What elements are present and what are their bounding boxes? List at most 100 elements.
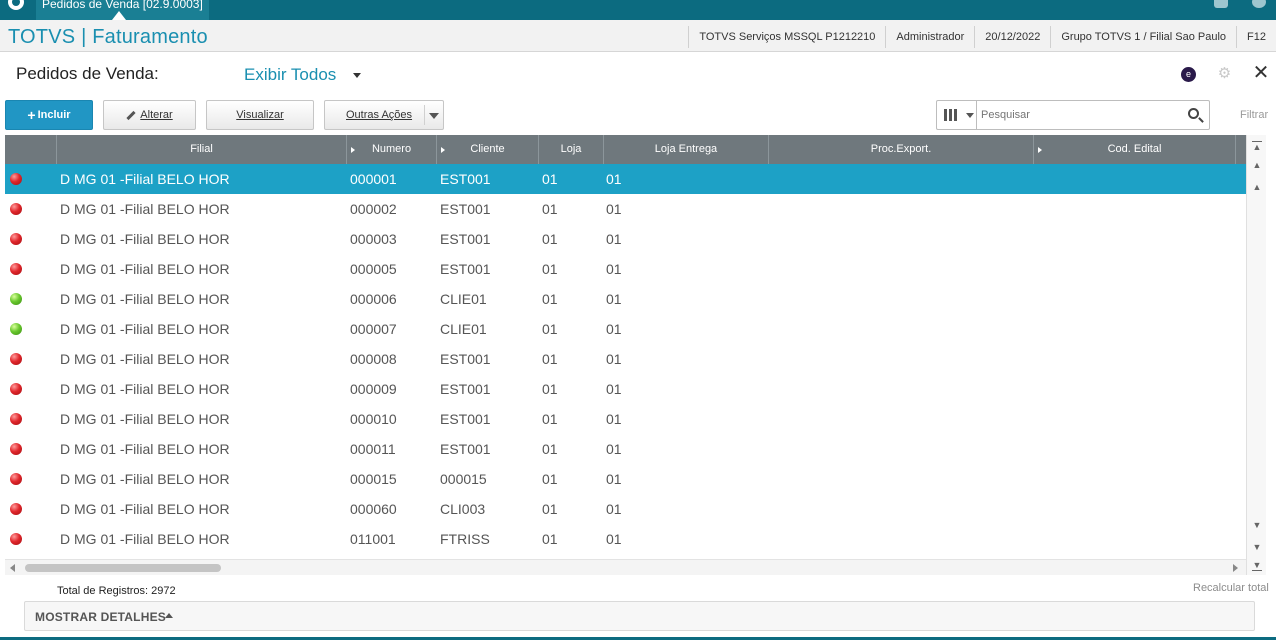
cell-cliente: CLIE01 bbox=[440, 291, 487, 307]
table-row[interactable]: D MG 01 -Filial BELO HOR 000011 EST001 01 01 bbox=[5, 434, 1246, 464]
outras-acoes-button[interactable]: Outras Ações bbox=[324, 100, 444, 130]
cell-loja: 01 bbox=[542, 501, 558, 517]
table-row[interactable]: D MG 01 -Filial BELO HOR 000009 EST001 01 01 bbox=[5, 374, 1246, 404]
table-row[interactable]: D MG 01 -Filial BELO HOR 011001 FTRISS 01 01 bbox=[5, 524, 1246, 554]
messages-icon[interactable] bbox=[1214, 0, 1228, 8]
cell-loja-entrega: 01 bbox=[606, 261, 622, 277]
incluir-button[interactable]: + Incluir bbox=[5, 100, 93, 130]
cell-numero: 000001 bbox=[350, 171, 397, 187]
cell-numero: 000002 bbox=[350, 201, 397, 217]
app-logo-icon[interactable] bbox=[8, 0, 24, 10]
cell-loja-entrega: 01 bbox=[606, 231, 622, 247]
cell-loja: 01 bbox=[542, 471, 558, 487]
status-red-icon bbox=[10, 263, 22, 275]
cell-filial: D MG 01 -Filial BELO HOR bbox=[60, 381, 230, 397]
cell-loja: 01 bbox=[542, 441, 558, 457]
environment-label[interactable]: TOTVS Serviços MSSQL P1212210 bbox=[688, 26, 885, 48]
status-red-icon bbox=[10, 233, 22, 245]
gear-icon[interactable]: ⚙ bbox=[1217, 66, 1232, 81]
top-tab-bar: Pedidos de Venda [02.9.0003] bbox=[0, 0, 1276, 20]
user-label[interactable]: Administrador bbox=[885, 26, 974, 48]
cell-numero: 000011 bbox=[350, 441, 396, 457]
info-icon[interactable] bbox=[1252, 0, 1266, 8]
cell-numero: 000007 bbox=[350, 321, 397, 337]
cell-numero: 000003 bbox=[350, 231, 397, 247]
filter-link[interactable]: Filtrar bbox=[1240, 109, 1268, 121]
cell-numero: 000060 bbox=[350, 501, 397, 517]
cell-cliente: CLIE01 bbox=[440, 321, 487, 337]
alterar-label: Alterar bbox=[140, 109, 173, 121]
table-row[interactable]: D MG 01 -Filial BELO HOR 000001 EST001 01 01 bbox=[5, 164, 1246, 194]
divider bbox=[424, 105, 425, 125]
close-icon[interactable]: ✕ bbox=[1252, 63, 1270, 83]
table-row[interactable]: D MG 01 -Filial BELO HOR 000006 CLIE01 01 01 bbox=[5, 284, 1246, 314]
vertical-scrollbar[interactable]: ▲ ▲ ▲ ▼ ▼ ▼ bbox=[1246, 135, 1266, 575]
branch-label[interactable]: Grupo TOTVS 1 / Filial Sao Paulo bbox=[1050, 26, 1236, 48]
sort-arrow-icon bbox=[351, 147, 355, 153]
columns-selector-button[interactable] bbox=[937, 101, 977, 129]
status-red-icon bbox=[10, 533, 22, 545]
table-row[interactable]: D MG 01 -Filial BELO HOR 000005 EST001 01 01 bbox=[5, 254, 1246, 284]
scroll-to-top-icon[interactable]: ▲ bbox=[1250, 139, 1264, 155]
date-label[interactable]: 20/12/2022 bbox=[974, 26, 1050, 48]
page-down-icon[interactable]: ▼ bbox=[1250, 539, 1264, 555]
cell-loja-entrega: 01 bbox=[606, 471, 622, 487]
table-row[interactable]: D MG 01 -Filial BELO HOR 000010 EST001 01 01 bbox=[5, 404, 1246, 434]
table-row[interactable]: D MG 01 -Filial BELO HOR 000015 000015 01 01 bbox=[5, 464, 1246, 494]
horizontal-scroll-thumb[interactable] bbox=[25, 564, 221, 572]
alterar-button[interactable]: Alterar bbox=[103, 100, 196, 130]
show-details-panel[interactable]: MOSTRAR DETALHES bbox=[24, 601, 1255, 631]
cell-loja: 01 bbox=[542, 231, 558, 247]
shortcut-label[interactable]: F12 bbox=[1236, 26, 1276, 48]
cell-numero: 000006 bbox=[350, 291, 397, 307]
column-header-status[interactable] bbox=[5, 135, 56, 164]
column-header-loja[interactable]: Loja bbox=[538, 135, 603, 164]
chevron-down-icon[interactable] bbox=[353, 73, 361, 78]
scroll-right-icon[interactable] bbox=[1233, 564, 1238, 572]
cell-cliente: EST001 bbox=[440, 201, 491, 217]
page-title: Pedidos de Venda: bbox=[16, 64, 159, 83]
session-info: TOTVS Serviços MSSQL P1212210 Administra… bbox=[688, 26, 1276, 48]
column-header-cod-edital-label: Cod. Edital bbox=[1107, 143, 1162, 155]
visualizar-label: Visualizar bbox=[236, 109, 284, 121]
search-icon[interactable] bbox=[1188, 108, 1199, 119]
column-header-spacer bbox=[1235, 135, 1246, 164]
cell-filial: D MG 01 -Filial BELO HOR bbox=[60, 231, 230, 247]
column-header-proc-export[interactable]: Proc.Export. bbox=[768, 135, 1033, 164]
cell-cliente: FTRISS bbox=[440, 531, 490, 547]
column-header-filial[interactable]: Filial bbox=[56, 135, 346, 164]
visualizar-button[interactable]: Visualizar bbox=[206, 100, 314, 130]
recalculate-total-link[interactable]: Recalcular total bbox=[1193, 582, 1269, 594]
scroll-to-bottom-icon[interactable]: ▼ bbox=[1250, 557, 1264, 573]
cell-loja: 01 bbox=[542, 351, 558, 367]
column-header-cliente[interactable]: Cliente bbox=[436, 135, 538, 164]
table-row[interactable]: D MG 01 -Filial BELO HOR 000008 EST001 01 01 bbox=[5, 344, 1246, 374]
cell-numero: 000008 bbox=[350, 351, 397, 367]
table-row[interactable]: D MG 01 -Filial BELO HOR 000007 CLIE01 01 01 bbox=[5, 314, 1246, 344]
view-selector[interactable]: Exibir Todos bbox=[244, 65, 336, 85]
column-header-cod-edital[interactable]: Cod. Edital bbox=[1033, 135, 1235, 164]
chevron-down-icon[interactable] bbox=[429, 113, 439, 119]
e-logo-icon[interactable]: e bbox=[1181, 67, 1196, 82]
column-header-loja-entrega[interactable]: Loja Entrega bbox=[603, 135, 768, 164]
show-details-label: MOSTRAR DETALHES bbox=[35, 610, 166, 624]
cell-loja: 01 bbox=[542, 171, 558, 187]
table-row[interactable]: D MG 01 -Filial BELO HOR 000060 CLI003 01 01 bbox=[5, 494, 1246, 524]
scroll-down-icon[interactable]: ▼ bbox=[1250, 517, 1264, 533]
cell-filial: D MG 01 -Filial BELO HOR bbox=[60, 411, 230, 427]
cell-loja-entrega: 01 bbox=[606, 201, 622, 217]
status-red-icon bbox=[10, 473, 22, 485]
search-input[interactable] bbox=[981, 105, 1181, 125]
horizontal-scrollbar[interactable] bbox=[5, 559, 1246, 575]
active-tab-caret-icon bbox=[112, 11, 126, 20]
outras-acoes-label: Outras Ações bbox=[346, 109, 413, 121]
scroll-up-icon[interactable]: ▲ bbox=[1250, 179, 1264, 195]
column-header-numero[interactable]: Numero bbox=[346, 135, 436, 164]
table-row[interactable]: D MG 01 -Filial BELO HOR 000002 EST001 01 01 bbox=[5, 194, 1246, 224]
cell-filial: D MG 01 -Filial BELO HOR bbox=[60, 321, 230, 337]
page-up-icon[interactable]: ▲ bbox=[1250, 157, 1264, 173]
scroll-left-icon[interactable] bbox=[10, 564, 15, 572]
cell-filial: D MG 01 -Filial BELO HOR bbox=[60, 441, 230, 457]
table-row[interactable]: D MG 01 -Filial BELO HOR 000003 EST001 01 01 bbox=[5, 224, 1246, 254]
status-green-icon bbox=[10, 323, 22, 335]
